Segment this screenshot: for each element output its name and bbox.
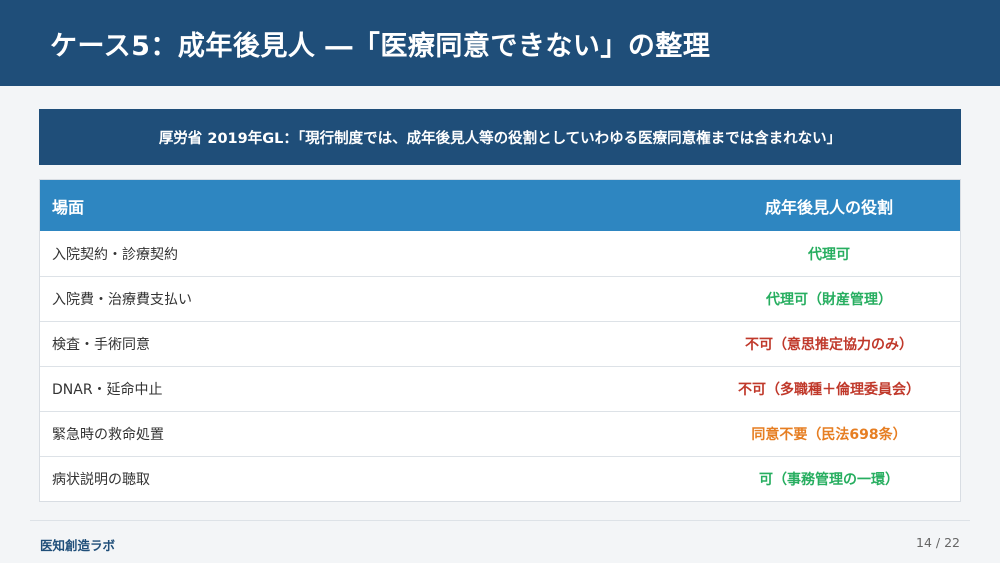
table-row: DNAR・延命中止 不可（多職種＋倫理委員会） [40, 366, 960, 411]
table-body: 入院契約・診療契約 代理可 入院費・治療費支払い 代理可（財産管理） 検査・手術… [40, 231, 960, 501]
row-role: 不可（意思推定協力のみ） [745, 337, 913, 353]
page-number: 14 / 22 [916, 535, 960, 550]
table-row: 入院費・治療費支払い 代理可（財産管理） [40, 276, 960, 321]
footer-brand: 医知創造ラボ [40, 538, 116, 553]
table-row: 検査・手術同意 不可（意思推定協力のみ） [40, 321, 960, 366]
row-role: 可（事務管理の一環） [759, 472, 899, 488]
row-scene: 病状説明の聴取 [52, 472, 150, 488]
table-row: 緊急時の救命処置 同意不要（民法698条） [40, 411, 960, 456]
table-row: 入院契約・診療契約 代理可 [40, 231, 960, 276]
row-role: 同意不要（民法698条） [751, 427, 907, 443]
row-role: 代理可（財産管理） [766, 292, 892, 308]
row-scene: 入院契約・診療契約 [52, 246, 178, 263]
row-role: 不可（多職種＋倫理委員会） [738, 382, 920, 398]
row-scene: 緊急時の救命処置 [52, 427, 164, 443]
slide-title: ケース5：成年後見人 ―「医療同意できない」の整理 [50, 30, 711, 62]
footer-divider [30, 520, 970, 521]
row-role: 代理可 [808, 246, 850, 263]
header-scene: 場面 [52, 197, 85, 217]
header-role: 成年後見人の役割 [764, 197, 893, 217]
guideline-banner: 厚労省 2019年GL：「現行制度では、成年後見人等の役割としていわゆる医療同意… [39, 109, 961, 165]
table-row: 病状説明の聴取 可（事務管理の一環） [40, 456, 960, 501]
table-header: 場面 成年後見人の役割 [40, 180, 960, 231]
row-scene: DNAR・延命中止 [52, 382, 163, 398]
row-scene: 入院費・治療費支払い [52, 292, 192, 308]
row-scene: 検査・手術同意 [52, 337, 150, 353]
title-bar: ケース5：成年後見人 ―「医療同意できない」の整理 [0, 0, 1000, 86]
role-table: 場面 成年後見人の役割 入院契約・診療契約 代理可 入院費・治療費支払い 代理可… [39, 179, 961, 502]
